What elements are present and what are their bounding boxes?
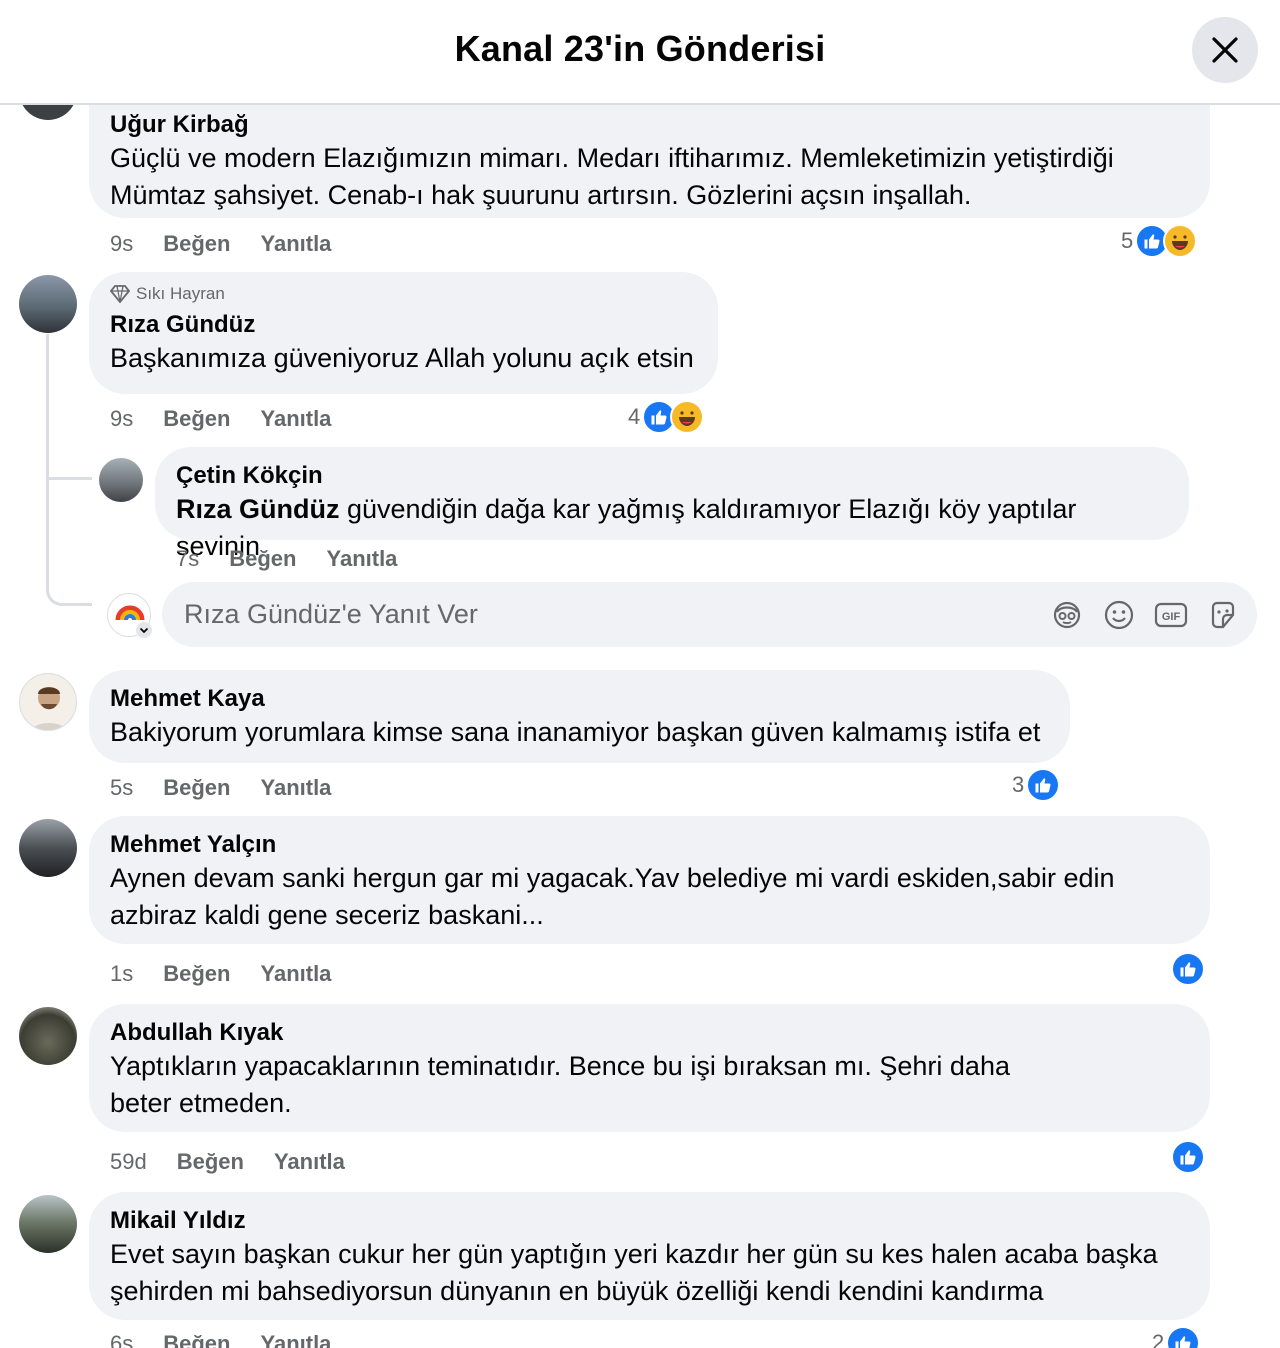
avatar[interactable]	[19, 673, 77, 731]
comment-time[interactable]: 1s	[110, 961, 133, 987]
comment-actions: 59d Beğen Yanıtla	[110, 1149, 345, 1175]
thread-branch	[46, 530, 92, 606]
reply-composer: GIF	[162, 582, 1257, 647]
reply-author[interactable]: Çetin Kökçin	[176, 461, 1167, 491]
reply-bubble: Çetin Kökçin Rıza Gündüz güvendiğin dağa…	[155, 447, 1189, 561]
thread-branch	[46, 440, 92, 480]
comment-time[interactable]: 9s	[110, 406, 133, 432]
comment-actions: 5s Beğen Yanıtla	[110, 775, 331, 801]
reaction-count: 4	[628, 404, 641, 429]
diamond-icon	[110, 285, 130, 303]
comment-bubble: Abdullah Kıyak Yaptıkların yapacaklarını…	[89, 1004, 1210, 1132]
comment-actions: 9s Beğen Yanıtla	[110, 406, 331, 432]
avatar[interactable]	[19, 1007, 77, 1065]
comment-text: Güçlü ve modern Elazığımızın mimarı. Med…	[110, 143, 1114, 210]
like-button[interactable]: Beğen	[163, 775, 230, 801]
comment-actions: 6s Beğen Yanıtla	[110, 1331, 331, 1348]
comment-author[interactable]: Uğur Kirbağ	[110, 110, 1188, 140]
comment-bubble: Mehmet Yalçın Aynen devam sanki hergun g…	[89, 816, 1210, 944]
dialog-title: Kanal 23'in Gönderisi	[454, 28, 826, 69]
chevron-down-icon[interactable]	[136, 622, 152, 638]
comment-text: Evet sayın başkan cukur her gün yaptığın…	[110, 1239, 1158, 1306]
mention-link[interactable]: Rıza Gündüz	[176, 494, 340, 524]
reply-button[interactable]: Yanıtla	[261, 406, 332, 432]
reaction-summary[interactable]: 4	[628, 400, 705, 434]
comment-text: Aynen devam sanki hergun gar mi yagacak.…	[110, 863, 1115, 930]
close-icon	[1212, 37, 1238, 63]
like-button[interactable]: Beğen	[177, 1149, 244, 1175]
reply-button[interactable]: Yanıtla	[261, 961, 332, 987]
comment-bubble: Sıkı Hayran Rıza Gündüz Başkanımıza güve…	[89, 272, 718, 394]
reaction-summary[interactable]	[1171, 1140, 1205, 1174]
comment-author[interactable]: Abdullah Kıyak	[110, 1018, 1188, 1048]
dialog-header: Kanal 23'in Gönderisi	[0, 0, 1280, 105]
comment-author[interactable]: Mikail Yıldız	[110, 1206, 1188, 1236]
reaction-summary[interactable]: 2	[1152, 1326, 1201, 1348]
like-reaction-icon	[1171, 952, 1205, 986]
like-reaction-icon	[1166, 1326, 1201, 1348]
reply-time[interactable]: 7s	[176, 546, 199, 572]
reply-actions: 7s Beğen Yanıtla	[176, 546, 397, 572]
comment-time[interactable]: 5s	[110, 775, 133, 801]
avatar[interactable]	[19, 275, 77, 333]
avatar[interactable]	[19, 819, 77, 877]
sticker-icon[interactable]	[1205, 597, 1241, 633]
svg-text:GIF: GIF	[1162, 611, 1181, 623]
like-button[interactable]: Beğen	[163, 231, 230, 257]
like-button[interactable]: Beğen	[163, 406, 230, 432]
avatar[interactable]	[99, 458, 143, 502]
reaction-count: 2	[1152, 1330, 1165, 1348]
reaction-summary[interactable]	[1171, 952, 1205, 986]
reaction-summary[interactable]: 3	[1012, 768, 1061, 802]
top-fan-badge: Sıkı Hayran	[110, 284, 696, 304]
comment-text: Bakiyorum yorumlara kimse sana inanamiyo…	[110, 717, 1041, 747]
reply-input[interactable]	[184, 599, 1049, 630]
reply-button[interactable]: Yanıtla	[261, 1331, 332, 1348]
comments-feed: Uğur Kirbağ Güçlü ve modern Elazığımızın…	[0, 0, 1280, 1348]
reaction-summary[interactable]: 5	[1121, 224, 1198, 258]
comment-bubble: Mikail Yıldız Evet sayın başkan cukur he…	[89, 1192, 1210, 1320]
comment-text: Başkanımıza güveniyoruz Allah yolunu açı…	[110, 343, 694, 373]
reply-button[interactable]: Yanıtla	[274, 1149, 345, 1175]
comment-bubble: Mehmet Kaya Bakiyorum yorumlara kimse sa…	[89, 670, 1070, 763]
comment-actions: 9s Beğen Yanıtla	[110, 231, 331, 257]
haha-reaction-icon	[670, 400, 705, 434]
comment-author[interactable]: Rıza Gündüz	[110, 310, 696, 340]
like-reaction-icon	[1171, 1140, 1205, 1174]
thread-line	[46, 334, 49, 530]
close-button[interactable]	[1192, 17, 1258, 83]
reply-button[interactable]: Yanıtla	[327, 546, 398, 572]
comment-time[interactable]: 59d	[110, 1149, 147, 1175]
comment-time[interactable]: 6s	[110, 1331, 133, 1348]
comment-author[interactable]: Mehmet Yalçın	[110, 830, 1188, 860]
comment-actions: 1s Beğen Yanıtla	[110, 961, 331, 987]
like-button[interactable]: Beğen	[229, 546, 296, 572]
like-button[interactable]: Beğen	[163, 1331, 230, 1348]
comment-author[interactable]: Mehmet Kaya	[110, 684, 1048, 714]
reply-button[interactable]: Yanıtla	[261, 775, 332, 801]
haha-reaction-icon	[1163, 224, 1198, 258]
avatar[interactable]	[19, 1195, 77, 1253]
avatar-sticker-icon[interactable]	[1049, 597, 1085, 633]
comment-time[interactable]: 9s	[110, 231, 133, 257]
comment-text: Yaptıkların yapacaklarının teminatıdır. …	[110, 1051, 1010, 1118]
reply-button[interactable]: Yanıtla	[261, 231, 332, 257]
comment-bubble: Uğur Kirbağ Güçlü ve modern Elazığımızın…	[89, 92, 1210, 218]
reaction-count: 3	[1012, 772, 1025, 797]
like-reaction-icon	[1026, 768, 1061, 802]
reaction-count: 5	[1121, 228, 1134, 253]
badge-label: Sıkı Hayran	[136, 284, 225, 303]
emoji-icon[interactable]	[1101, 597, 1137, 633]
gif-icon[interactable]: GIF	[1153, 597, 1189, 633]
like-button[interactable]: Beğen	[163, 961, 230, 987]
